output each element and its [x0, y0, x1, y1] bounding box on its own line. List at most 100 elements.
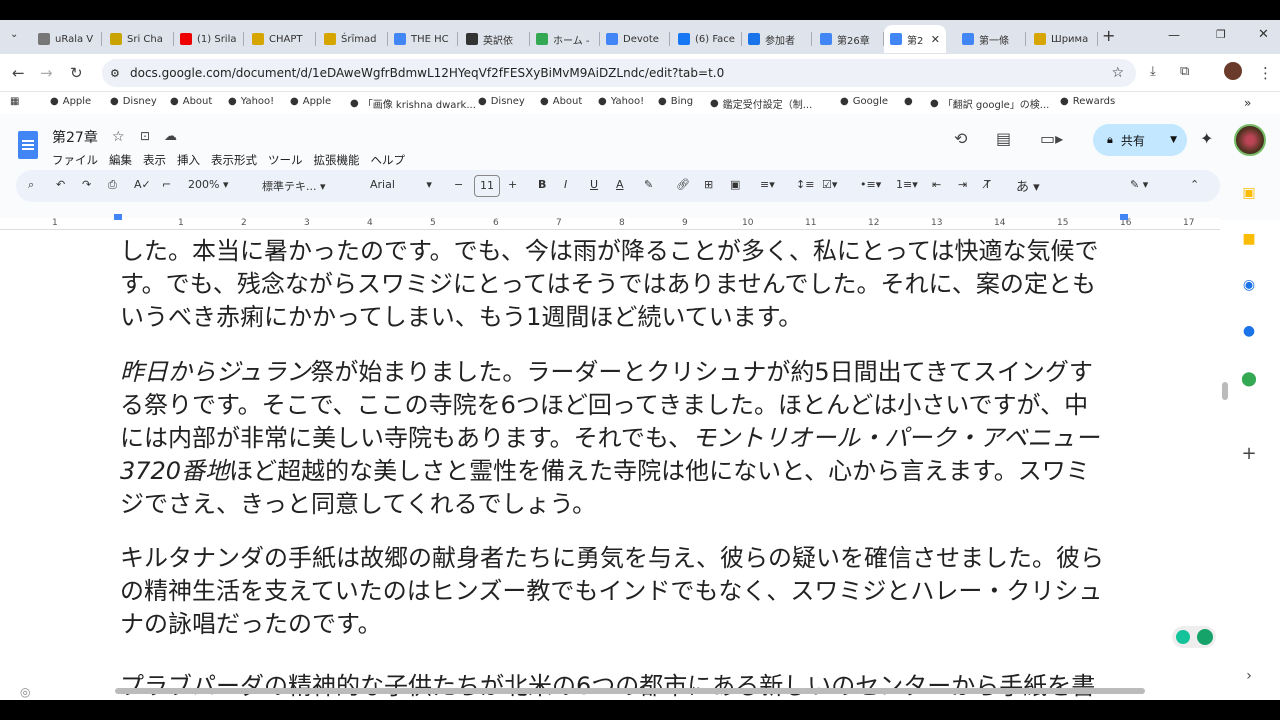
tab-search-icon[interactable]: ⌄ — [10, 29, 18, 40]
browser-tab[interactable]: ホーム - — [530, 25, 600, 53]
bookmark-item[interactable]: ● Apple — [50, 96, 91, 107]
document-title[interactable]: 第27章 — [52, 127, 98, 147]
spellcheck-icon[interactable]: A✓ — [134, 178, 151, 191]
menu-item[interactable]: 拡張機能 — [314, 152, 360, 168]
browser-tab[interactable]: THE HC — [388, 25, 458, 53]
menu-item[interactable]: 表示形式 — [211, 152, 257, 168]
bookmark-item[interactable]: ● Bing — [658, 96, 693, 107]
menu-item[interactable]: ヘルプ — [371, 152, 406, 168]
gemini-icon[interactable]: ✦ — [1200, 129, 1213, 148]
bold-button[interactable]: B — [538, 178, 546, 191]
meet-icon[interactable]: ▭▸ — [1040, 129, 1063, 148]
image-icon[interactable]: ▣ — [730, 178, 740, 191]
zoom-select[interactable]: 200% ▾ — [188, 178, 228, 191]
bookmark-item[interactable]: ● 「画像 krishna dwark... — [350, 96, 476, 111]
bookmark-item[interactable]: ● About — [540, 96, 582, 107]
keep-icon[interactable]: ■ — [1238, 228, 1260, 250]
bookmark-item[interactable]: ● — [904, 96, 917, 107]
decrease-indent-icon[interactable]: ⇤ — [932, 178, 941, 191]
menu-item[interactable]: 挿入 — [177, 152, 200, 168]
decrease-font-size-button[interactable]: − — [454, 178, 463, 191]
menu-item[interactable]: ツール — [268, 152, 303, 168]
add-on-icon[interactable]: + — [1238, 442, 1260, 464]
undo-icon[interactable]: ↶ — [56, 178, 65, 191]
forward-icon[interactable]: → — [40, 64, 53, 82]
menu-item[interactable]: 表示 — [143, 152, 166, 168]
grammarly-widget[interactable] — [1172, 626, 1216, 648]
font-select[interactable]: Arial ▾ — [370, 178, 432, 191]
bookmark-item[interactable]: ● Rewards — [1060, 96, 1115, 107]
print-icon[interactable]: ⎙ — [108, 178, 117, 192]
account-avatar[interactable] — [1234, 124, 1266, 156]
extensions-icon[interactable]: ⧉ — [1180, 64, 1189, 79]
tasks-icon[interactable]: ◉ — [1238, 274, 1260, 296]
profile-avatar[interactable] — [1224, 62, 1242, 80]
move-folder-icon[interactable]: ⊡ — [140, 129, 150, 143]
line-spacing-icon[interactable]: ↕≡ — [796, 178, 814, 191]
grammarly-g-icon[interactable] — [1196, 629, 1213, 645]
browser-tab[interactable]: Sri Cha — [104, 25, 174, 53]
docs-logo-icon[interactable] — [18, 131, 38, 159]
horizontal-scrollbar[interactable] — [115, 688, 1145, 694]
search-menus-icon[interactable]: ⌕ — [28, 178, 34, 192]
text-color-icon[interactable]: A — [616, 178, 624, 191]
font-size-input[interactable]: 11 — [474, 175, 500, 197]
share-dropdown-icon[interactable]: ▼ — [1170, 135, 1177, 145]
document-page[interactable]: した。本当に暑かったのです。でも、今は雨が降ることが多く、私にとっては快適な気候… — [0, 230, 1220, 700]
bookmark-star-icon[interactable]: ☆ — [1111, 65, 1124, 81]
browser-tab[interactable]: Śrīmad — [318, 25, 388, 53]
browser-tab[interactable]: 第2 ✕ — [884, 25, 946, 53]
style-select[interactable]: 標準テキ... ▾ — [262, 178, 326, 194]
align-icon[interactable]: ≡▾ — [760, 178, 775, 191]
browser-tab[interactable]: Devote — [600, 25, 670, 53]
browser-menu-icon[interactable]: ⋮ — [1258, 64, 1273, 82]
new-tab-button[interactable]: + — [1102, 26, 1115, 45]
italic-button[interactable]: I — [564, 178, 567, 191]
editing-mode-icon[interactable]: ✎ ▾ — [1130, 178, 1148, 191]
browser-tab[interactable]: (1) Srila — [174, 25, 244, 53]
url-input[interactable]: ⚙ docs.google.com/document/d/1eDAweWgfrB… — [102, 59, 1136, 87]
highlight-icon[interactable]: ✎ — [644, 178, 653, 191]
redo-icon[interactable]: ↷ — [82, 178, 91, 191]
bookmark-item[interactable]: ● Yahoo! — [228, 96, 274, 107]
comment-icon[interactable]: ⊞ — [704, 178, 713, 191]
input-tools-select[interactable]: あ ▾ — [1016, 176, 1040, 195]
star-icon[interactable]: ☆ — [112, 129, 125, 145]
reload-icon[interactable]: ↻ — [70, 64, 83, 82]
hide-side-panel-icon[interactable]: › — [1238, 665, 1260, 687]
browser-tab[interactable]: 第26章 — [814, 25, 884, 53]
restore-button[interactable]: ❐ — [1216, 28, 1226, 41]
menu-item[interactable]: 編集 — [109, 152, 132, 168]
horizontal-ruler[interactable]: 1 1 2 3 4 5 6 7 8 9 10 11 12 13 14 15 16 17 — [0, 218, 1220, 230]
browser-tab[interactable]: uRala V — [32, 25, 102, 53]
close-window-button[interactable]: ✕ — [1258, 27, 1269, 42]
menu-item[interactable]: ファイル — [52, 152, 98, 168]
browser-tab[interactable]: (6) Face — [672, 25, 742, 53]
bookmark-item[interactable]: ● About — [170, 96, 212, 107]
download-icon[interactable]: ⤓ — [1150, 64, 1156, 79]
more-bookmarks-icon[interactable]: » — [1244, 96, 1251, 110]
vertical-scrollbar[interactable] — [1222, 382, 1228, 400]
numbered-list-icon[interactable]: 1≡▾ — [896, 178, 918, 191]
left-indent-marker[interactable] — [114, 214, 122, 220]
browser-tab[interactable]: CHAPT — [246, 25, 316, 53]
comments-icon[interactable]: ▤ — [996, 129, 1011, 148]
clear-formatting-icon[interactable]: T̸ — [984, 178, 991, 191]
bookmark-item[interactable]: ● Yahoo! — [598, 96, 644, 107]
increase-indent-icon[interactable]: ⇥ — [958, 178, 967, 191]
collapse-toolbar-icon[interactable]: ⌃ — [1190, 178, 1199, 191]
grammarly-icon[interactable] — [1175, 630, 1190, 644]
browser-tab[interactable]: 参加者 — [742, 25, 812, 53]
contacts-icon[interactable]: ● — [1238, 320, 1260, 342]
browser-tab[interactable]: Шрима — [1028, 25, 1098, 53]
paint-format-icon[interactable]: ⌐ — [162, 178, 171, 191]
bullet-list-icon[interactable]: •≡▾ — [860, 178, 881, 191]
bookmark-item[interactable]: ● Apple — [290, 96, 331, 107]
underline-button[interactable]: U — [590, 178, 598, 191]
version-history-icon[interactable]: ⟲ — [954, 129, 967, 148]
link-icon[interactable]: 🔗︎ — [676, 178, 690, 191]
bookmark-item[interactable]: ● Disney — [478, 96, 525, 107]
share-button[interactable]: 🔒︎ 共有 ▼ — [1093, 124, 1187, 156]
bookmark-item[interactable]: ● 「翻訳 google」の検... — [930, 96, 1049, 111]
maps-icon[interactable]: ⬤ — [1238, 368, 1260, 390]
